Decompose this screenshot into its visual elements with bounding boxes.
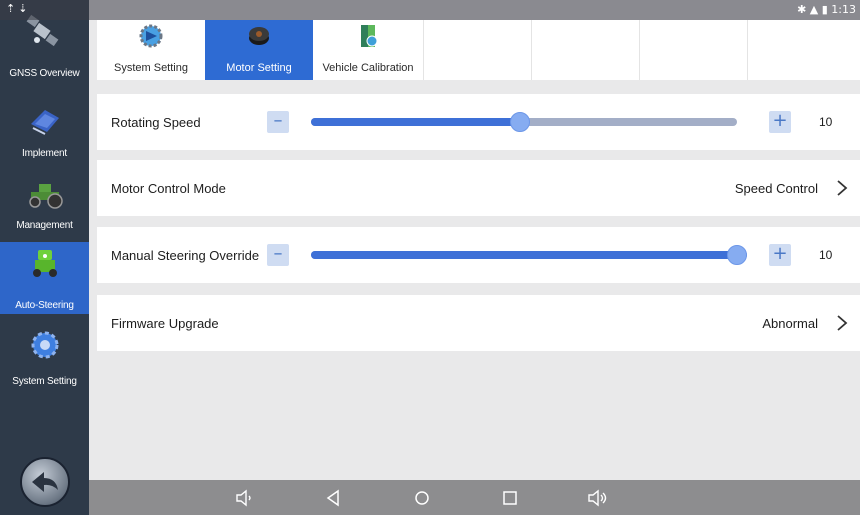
chevron-right-icon: [837, 315, 848, 331]
home-icon[interactable]: [411, 487, 433, 509]
rotating-speed-plus-button[interactable]: +: [769, 111, 791, 133]
manual-steering-plus-button[interactable]: +: [769, 244, 791, 266]
status-bar: ⇡ ⇣ ✱ ▲ ▮ 1:13: [0, 0, 860, 20]
tab-divider: [423, 20, 424, 80]
navigation-bar: [89, 480, 860, 515]
firmware-upgrade-label: Firmware Upgrade: [111, 316, 219, 331]
manual-steering-override-label: Manual Steering Override: [111, 248, 260, 263]
tractor-icon: [28, 184, 63, 209]
motor-control-mode-row[interactable]: Motor Control Mode Speed Control: [97, 160, 860, 216]
manual-steering-value: 10: [819, 248, 833, 262]
sidebar-item-label: GNSS Overview: [9, 68, 80, 79]
tab-vehicle-calibration[interactable]: Vehicle Calibration: [313, 20, 423, 80]
slider-fill: [311, 118, 520, 126]
recent-apps-icon[interactable]: [499, 487, 521, 509]
back-button[interactable]: [20, 457, 70, 507]
tab-system-setting[interactable]: System Setting: [97, 20, 205, 80]
firmware-upgrade-status: Abnormal: [762, 316, 818, 331]
firmware-upgrade-row[interactable]: Firmware Upgrade Abnormal: [97, 295, 860, 351]
auto-steering-icon: [32, 250, 57, 277]
motor-control-mode-label: Motor Control Mode: [111, 181, 226, 196]
upload-download-icon: ⇡ ⇣: [6, 3, 28, 15]
status-time: ✱ ▲ ▮ 1:13: [797, 3, 856, 16]
sidebar: GNSS Overview Implement Management Auto-…: [0, 0, 89, 515]
sidebar-item-implement[interactable]: Implement: [0, 92, 89, 164]
tab-divider: [531, 20, 532, 80]
sidebar-item-label: Auto-Steering: [15, 300, 74, 311]
volume-up-icon[interactable]: [587, 487, 609, 509]
sidebar-item-auto-steering[interactable]: Auto-Steering: [0, 242, 89, 314]
tab-divider: [639, 20, 640, 80]
system-setting-icon: [139, 24, 163, 48]
chevron-right-icon: [837, 180, 848, 196]
tab-divider: [747, 20, 748, 80]
rotating-speed-slider[interactable]: [311, 112, 737, 132]
back-icon[interactable]: [323, 487, 345, 509]
tab-motor-setting[interactable]: Motor Setting: [205, 20, 313, 80]
sidebar-item-system-setting[interactable]: System Setting: [0, 316, 89, 388]
rotating-speed-minus-button[interactable]: –: [267, 111, 289, 133]
slider-fill: [311, 251, 747, 259]
slider-thumb[interactable]: [510, 112, 530, 132]
sidebar-item-management[interactable]: Management: [0, 162, 89, 234]
sidebar-item-label: Implement: [22, 148, 67, 159]
manual-steering-override-row: Manual Steering Override – + 10: [97, 227, 860, 283]
motor-icon: [249, 27, 269, 45]
rotating-speed-value: 10: [819, 115, 833, 129]
vehicle-calibration-icon: [361, 25, 378, 47]
sidebar-item-label: Management: [16, 220, 73, 231]
sidebar-item-label: System Setting: [12, 376, 77, 387]
back-arrow-icon: [32, 472, 58, 492]
manual-steering-minus-button[interactable]: –: [267, 244, 289, 266]
manual-steering-slider[interactable]: [311, 245, 747, 265]
gear-icon: [31, 331, 58, 359]
volume-down-icon[interactable]: [234, 487, 256, 509]
motor-control-mode-value: Speed Control: [734, 181, 818, 196]
implement-icon: [30, 110, 59, 135]
tab-bar: System Setting Motor Setting Vehicle Cal…: [97, 20, 860, 80]
slider-thumb[interactable]: [727, 245, 747, 265]
rotating-speed-label: Rotating Speed: [111, 115, 201, 130]
rotating-speed-row: Rotating Speed – + 10: [97, 94, 860, 150]
